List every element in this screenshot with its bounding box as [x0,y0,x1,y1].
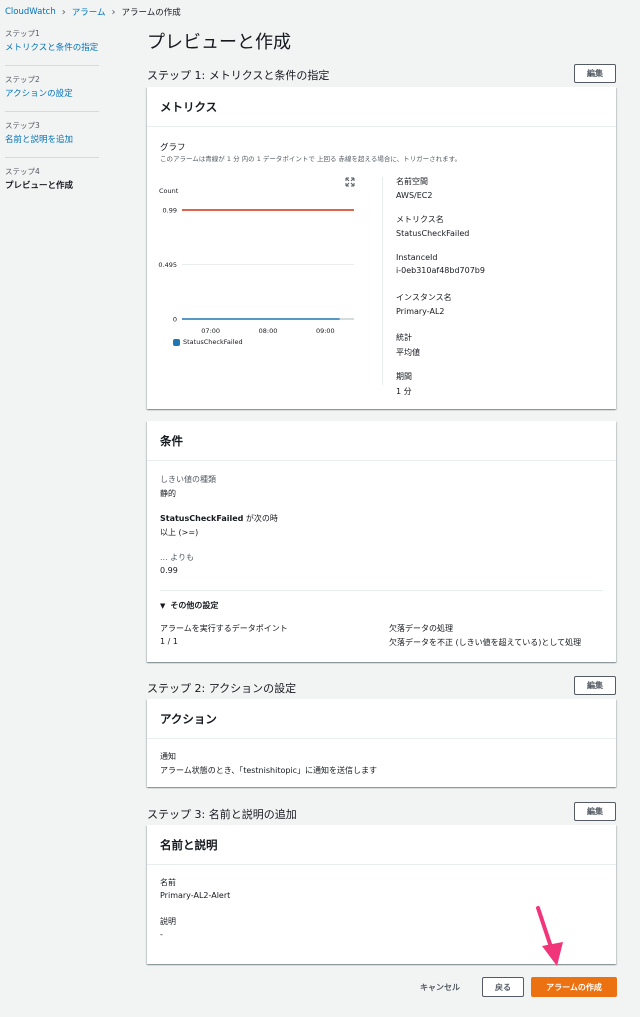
other-settings-toggle[interactable]: ▼ その他の設定 [160,600,218,611]
metric-name: StatusCheckFailed [160,514,244,523]
field-value: 欠落データを不正 (しきい値を超えている)として処理 [389,638,582,647]
field-label: 名前空間 [396,177,428,186]
chart-legend: StatusCheckFailed [173,338,243,346]
metrics-card-title: メトリクス [147,87,616,127]
field-label: 名前 [160,878,176,887]
divider [382,177,383,385]
divider [160,590,603,591]
wizard-step-2: ステップ2 アクションの設定 [5,74,99,112]
x-tick-label: 07:00 [201,327,220,335]
x-tick-label: 08:00 [259,327,278,335]
field-value: アラーム状態のとき、「testnishitopic」に通知を送信します [160,766,378,775]
wizard-step-3: ステップ3 名前と説明を追加 [5,120,99,158]
step-number: ステップ1 [5,29,40,38]
step-number: ステップ4 [5,167,40,176]
field-label: メトリクス名 [396,215,444,224]
condition-than-field: ... よりも 0.99 [160,552,194,575]
metric-name-field: メトリクス名 StatusCheckFailed [396,214,469,238]
breadcrumb-current: アラームの作成 [121,8,181,18]
graph-description: このアラームは青線が 1 分 内の 1 データポイントで 上回る 赤線を超える場… [160,155,461,163]
chevron-right-icon: › [111,6,116,18]
page-title: プレビューと作成 [147,32,291,53]
y-tick-label: 0 [173,316,177,324]
field-label: 期間 [396,372,412,381]
wizard-step-1: ステップ1 メトリクスと条件の指定 [5,28,99,66]
pointer-arrow-icon [536,906,563,966]
metrics-card: メトリクス グラフ このアラームは青線が 1 分 内の 1 データポイントで 上… [147,87,616,409]
field-value: - [160,930,163,939]
legend-swatch [173,338,180,346]
wizard-step-4: ステップ4 プレビューと作成 [5,166,99,203]
missing-data-field: 欠落データの処理 欠落データを不正 (しきい値を超えている)として処理 [389,623,581,648]
actions-card-title: アクション [147,699,616,739]
field-value: 1 分 [396,387,412,396]
instance-id-field: InstanceId i-0eb310af48bd707b9 [396,253,485,275]
breadcrumb: CloudWatch › アラーム › アラームの作成 [5,6,181,19]
wizard-steps: ステップ1 メトリクスと条件の指定 ステップ2 アクションの設定 ステップ3 名… [5,28,99,211]
other-settings-label: その他の設定 [170,601,219,610]
cancel-button[interactable]: キャンセル [420,977,460,997]
field-label: InstanceId [396,253,438,262]
metric-chart: Count 0.99 0.495 0 07:00 08:00 09:00 [158,187,354,335]
caret-down-icon: ▼ [160,601,166,610]
field-value: StatusCheckFailed [396,229,470,238]
conditions-card: 条件 しきい値の種類 静的 StatusCheckFailed が次の時 以上 … [147,421,616,662]
condition-when-field: StatusCheckFailed が次の時 以上 (>=) [160,513,278,538]
period-field: 期間 1 分 [396,371,412,397]
field-label: 通知 [160,752,176,761]
legend-label: StatusCheckFailed [183,338,243,346]
name-description-card-title: 名前と説明 [147,825,616,865]
field-label: ... よりも [160,553,195,562]
field-value: Primary-AL2 [396,307,445,316]
field-label: インスタンス名 [396,293,452,302]
conditions-card-title: 条件 [147,421,616,461]
field-label: アラームを実行するデータポイント [160,624,288,633]
threshold-type-field: しきい値の種類 静的 [160,474,216,499]
step2-heading: ステップ 2: アクションの設定 [147,682,297,695]
statistic-field: 統計 平均値 [396,332,420,358]
notification-field: 通知 アラーム状態のとき、「testnishitopic」に通知を送信します [160,751,377,776]
y-tick-label: 0.99 [163,207,177,215]
instance-name-field: インスタンス名 Primary-AL2 [396,292,452,316]
field-value: 0.99 [160,566,178,575]
field-value: AWS/EC2 [396,191,433,200]
step2-edit-button[interactable]: 編集 [574,676,616,695]
step1-heading: ステップ 1: メトリクスと条件の指定 [147,69,330,82]
breadcrumb-cloudwatch[interactable]: CloudWatch [5,7,56,17]
field-value: Primary-AL2-Alert [160,891,231,900]
step-link-actions[interactable]: アクションの設定 [5,88,99,101]
field-value: 平均値 [396,348,420,357]
field-label: しきい値の種類 [160,475,216,484]
actions-card: アクション 通知 アラーム状態のとき、「testnishitopic」に通知を送… [147,699,616,787]
step3-edit-button[interactable]: 編集 [574,802,616,821]
step-link-metrics[interactable]: メトリクスと条件の指定 [5,42,99,55]
back-button[interactable]: 戻る [482,977,524,997]
namespace-field: 名前空間 AWS/EC2 [396,176,432,200]
create-alarm-button[interactable]: アラームの作成 [531,977,617,997]
step-number: ステップ2 [5,75,40,84]
field-label: StatusCheckFailed が次の時 [160,513,278,524]
step-link-name[interactable]: 名前と説明を追加 [5,134,99,147]
x-tick-label: 09:00 [316,327,335,335]
breadcrumb-alarms[interactable]: アラーム [72,6,106,18]
step-number: ステップ3 [5,121,40,130]
field-label: 欠落データの処理 [389,624,453,633]
y-tick-label: 0.495 [158,261,177,269]
alarm-name-field: 名前 Primary-AL2-Alert [160,877,230,900]
field-value: 以上 (>=) [160,528,199,537]
field-label: 統計 [396,333,412,342]
step-current-preview: プレビューと作成 [5,181,74,191]
field-label: 説明 [160,917,176,926]
field-value: i-0eb310af48bd707b9 [396,266,485,275]
when-text: が次の時 [243,514,278,523]
y-axis-label: Count [159,187,179,195]
datapoints-field: アラームを実行するデータポイント 1 / 1 [160,623,288,646]
graph-title: グラフ [160,143,186,153]
field-value: 静的 [160,489,176,498]
field-value: 1 / 1 [160,637,178,646]
alarm-description-field: 説明 - [160,916,176,939]
chevron-right-icon: › [61,6,66,18]
step1-edit-button[interactable]: 編集 [574,64,616,83]
step3-heading: ステップ 3: 名前と説明の追加 [147,808,297,821]
